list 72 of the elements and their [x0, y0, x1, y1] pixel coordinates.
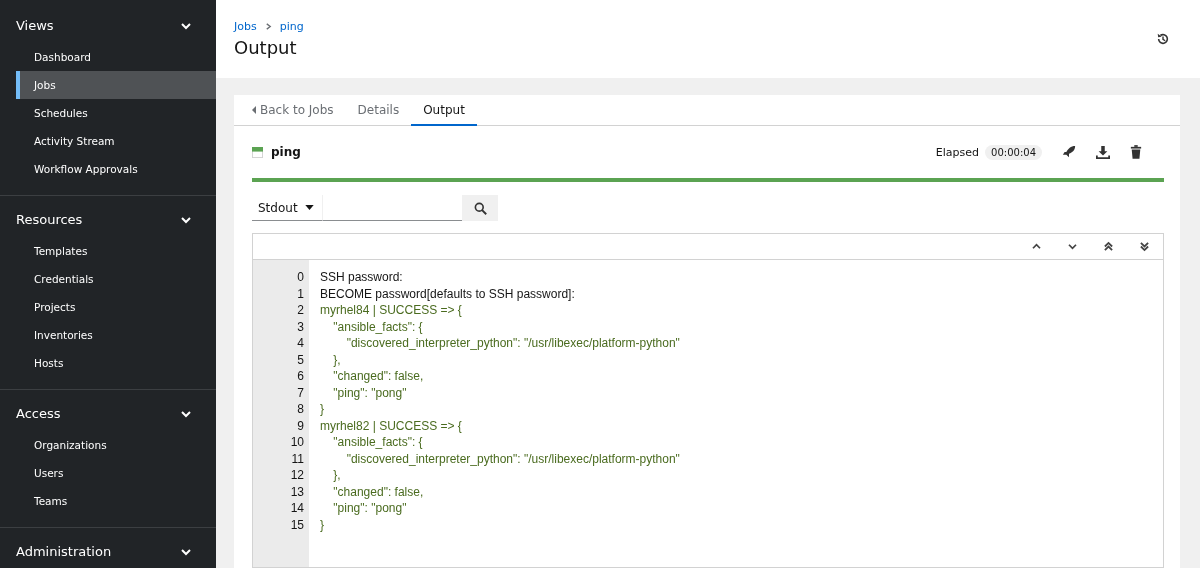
line-number: 2 [296, 302, 304, 319]
output-line: "changed": false, [332, 483, 425, 500]
output-line: "discovered_interpreter_python": "/usr/libexec/platform-python" [345, 450, 680, 467]
double-chevron-down-icon[interactable] [1140, 241, 1149, 252]
rocket-icon[interactable] [1062, 145, 1076, 159]
search-field[interactable] [322, 195, 462, 221]
line-number: 3 [296, 318, 304, 335]
breadcrumb-link[interactable]: ping [279, 20, 304, 33]
search-icon [473, 201, 487, 215]
sidebar-item[interactable]: Jobs [16, 71, 216, 99]
double-chevron-up-icon[interactable] [1104, 241, 1113, 252]
caret-icon [252, 105, 256, 114]
line-number: 4 [296, 335, 304, 352]
output-line: "ping": "pong" [332, 384, 408, 401]
line-number: 0 [296, 269, 304, 286]
output-line: "ansible_facts": { [332, 318, 424, 335]
job-name: ping [271, 145, 301, 159]
line-number: 11 [290, 450, 304, 467]
trash-icon[interactable] [1130, 145, 1142, 159]
sidebar-section-toggle[interactable]: Access [0, 396, 216, 431]
sidebar-item[interactable]: Schedules [16, 99, 216, 127]
chevron-icon [264, 23, 272, 30]
line-number: 10 [289, 434, 304, 451]
elapsed-label: Elapsed [935, 145, 980, 159]
output-line: } [320, 516, 325, 533]
sidebar-section-toggle[interactable]: Resources [0, 202, 216, 237]
sidebar-item[interactable]: Organizations [16, 431, 216, 459]
sidebar-item[interactable]: Credentials [16, 265, 216, 293]
output-line: myrhel82 | SUCCESS => { [320, 417, 463, 434]
sidebar-item[interactable]: Users [16, 459, 216, 487]
chevron-down-icon[interactable] [1068, 243, 1077, 250]
output-line: SSH password: [320, 269, 404, 286]
output-line: "discovered_interpreter_python": "/usr/libexec/platform-python" [345, 335, 680, 352]
line-number: 15 [289, 516, 304, 533]
line-number: 14 [289, 500, 304, 517]
line-number: 1 [296, 285, 304, 302]
line-number: 5 [296, 351, 304, 368]
elapsed-time: 00:00:04 [985, 144, 1042, 160]
download-icon[interactable] [1096, 145, 1110, 159]
output-line: }, [332, 467, 342, 484]
output-line: }, [332, 351, 342, 368]
sidebar-section-toggle[interactable]: Views [0, 8, 216, 43]
sidebar-item[interactable]: Dashboard [16, 43, 216, 71]
tab[interactable]: Back to Jobs [248, 95, 346, 126]
output-line: "ping": "pong" [332, 500, 408, 517]
sidebar-item[interactable]: Teams [16, 487, 216, 515]
sidebar-item[interactable]: Hosts [16, 349, 216, 377]
line-number: 9 [296, 417, 304, 434]
output-line: myrhel84 | SUCCESS => { [320, 302, 463, 319]
sidebar-item[interactable]: Workflow Approvals [16, 155, 216, 183]
chevron-up-icon[interactable] [1032, 243, 1041, 250]
line-number: 7 [296, 384, 304, 401]
line-number: 6 [296, 368, 304, 385]
tab[interactable]: Output [411, 95, 477, 126]
sidebar-item[interactable]: Inventories [16, 321, 216, 349]
output-line: } [320, 401, 325, 418]
output-line: BECOME password[defaults to SSH password]: [320, 285, 576, 302]
sidebar-section-toggle[interactable]: Administration [0, 534, 216, 568]
tab[interactable]: Details [345, 95, 412, 126]
breadcrumb-link[interactable]: Jobs [234, 20, 257, 33]
search-button[interactable] [462, 195, 498, 221]
line-number: 8 [296, 401, 304, 418]
output-line: "ansible_facts": { [332, 434, 424, 451]
sidebar-item[interactable]: Templates [16, 237, 216, 265]
page-title: Output [234, 37, 298, 58]
line-number: 13 [289, 483, 304, 500]
sidebar-item[interactable]: Activity Stream [16, 127, 216, 155]
history-icon[interactable] [1156, 32, 1170, 46]
caret-icon [305, 205, 314, 210]
output-line: "changed": false, [332, 368, 425, 385]
sidebar-item[interactable]: Projects [16, 293, 216, 321]
line-number: 12 [289, 467, 304, 484]
